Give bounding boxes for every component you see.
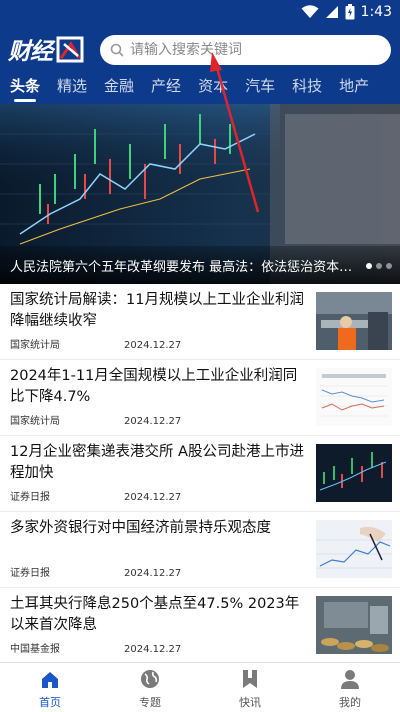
news-item[interactable]: 多家外资银行对中国经济前景持乐观态度 证券日报 2024.12.27 — [0, 512, 400, 588]
nav-label: 专题 — [139, 696, 161, 709]
carousel-dots — [366, 263, 392, 269]
tab-realestate[interactable]: 地产 — [339, 72, 369, 104]
tab-finance[interactable]: 金融 — [104, 72, 134, 104]
news-item[interactable]: 12月企业密集递表港交所 A股公司赴港上市进程加快 证券日报 2024.12.2… — [0, 436, 400, 512]
category-tabs: 头条 精选 金融 产经 资本 汽车 科技 地产 — [0, 72, 400, 104]
news-title: 土耳其央行降息250个基点至47.5% 2023年以来首次降息 — [10, 596, 300, 633]
app-logo[interactable]: 财经 — [7, 34, 88, 66]
search-icon — [110, 43, 124, 57]
news-date: 2024.12.27 — [124, 568, 182, 579]
logo-wordmark: 财经 — [7, 36, 84, 65]
tab-headlines[interactable]: 头条 — [10, 72, 40, 104]
nav-home[interactable]: 首页 — [0, 663, 100, 712]
carousel-dot[interactable] — [376, 263, 382, 269]
tab-selected[interactable]: 精选 — [57, 72, 87, 104]
carousel-dot[interactable] — [366, 263, 372, 269]
person-icon — [341, 670, 359, 689]
news-source: 中国基金报 — [10, 644, 60, 655]
battery-icon — [345, 4, 355, 20]
nav-profile[interactable]: 我的 — [300, 663, 400, 712]
banner-caption: 人民法院第六个五年改革纲要发布 最高法：依法惩治资本市场违法犯罪 — [10, 260, 355, 275]
news-item[interactable]: 国家统计局解读：11月规模以上工业企业利润降幅继续收窄 国家统计局 2024.1… — [0, 284, 400, 360]
nav-label: 快讯 — [239, 696, 261, 709]
news-date: 2024.12.27 — [124, 492, 182, 503]
status-icons: 1:43 — [301, 3, 392, 21]
app-header: 财经 — [0, 30, 400, 70]
nav-flash-news[interactable]: 快讯 — [200, 663, 300, 712]
news-source: 国家统计局 — [10, 416, 60, 427]
tab-industry[interactable]: 产经 — [151, 72, 181, 104]
globe-icon — [141, 670, 159, 688]
bottom-navigation: 首页 专题 快讯 我的 — [0, 662, 400, 712]
search-box[interactable] — [100, 35, 391, 65]
news-source: 证券日报 — [10, 492, 50, 503]
nav-label: 首页 — [39, 696, 61, 709]
news-title: 2024年1-11月全国规模以上工业企业利润同比下降4.7% — [10, 368, 298, 405]
news-source: 国家统计局 — [10, 340, 60, 351]
signal-icon — [325, 6, 338, 18]
banner-caption-overlay: 人民法院第六个五年改革纲要发布 最高法：依法惩治资本市场违法犯罪 — [0, 246, 400, 284]
headline-banner[interactable]: 人民法院第六个五年改革纲要发布 最高法：依法惩治资本市场违法犯罪 — [0, 104, 400, 284]
status-bar: 1:43 — [0, 0, 400, 24]
news-title: 多家外资银行对中国经济前景持乐观态度 — [10, 520, 271, 536]
news-thumbnail — [316, 520, 392, 578]
search-input[interactable] — [130, 42, 360, 58]
nav-topics[interactable]: 专题 — [100, 663, 200, 712]
tab-tech[interactable]: 科技 — [292, 72, 322, 104]
news-thumbnail — [316, 368, 392, 426]
app-screen: 1:43 财经 头条 精选 金 — [0, 0, 400, 712]
top-bar: 1:43 财经 头条 精选 金 — [0, 0, 400, 104]
news-source: 证券日报 — [10, 568, 50, 579]
svg-text:财经: 财经 — [8, 39, 56, 65]
news-title: 国家统计局解读：11月规模以上工业企业利润降幅继续收窄 — [10, 292, 304, 329]
news-thumbnail — [316, 596, 392, 654]
news-date: 2024.12.27 — [124, 644, 182, 655]
tab-capital[interactable]: 资本 — [198, 72, 228, 104]
news-thumbnail — [316, 444, 392, 502]
news-list: 国家统计局解读：11月规模以上工业企业利润降幅继续收窄 国家统计局 2024.1… — [0, 284, 400, 664]
nav-label: 我的 — [339, 696, 361, 709]
bookmark-icon — [243, 670, 257, 688]
news-date: 2024.12.27 — [124, 416, 182, 427]
wifi-icon — [301, 5, 319, 18]
news-item[interactable]: 土耳其央行降息250个基点至47.5% 2023年以来首次降息 中国基金报 20… — [0, 588, 400, 664]
status-time: 1:43 — [360, 4, 392, 20]
news-title: 12月企业密集递表港交所 A股公司赴港上市进程加快 — [10, 444, 304, 481]
news-thumbnail — [316, 292, 392, 350]
home-icon — [42, 672, 58, 688]
news-item[interactable]: 2024年1-11月全国规模以上工业企业利润同比下降4.7% 国家统计局 202… — [0, 360, 400, 436]
news-date: 2024.12.27 — [124, 340, 182, 351]
tab-auto[interactable]: 汽车 — [245, 72, 275, 104]
carousel-dot[interactable] — [386, 263, 392, 269]
